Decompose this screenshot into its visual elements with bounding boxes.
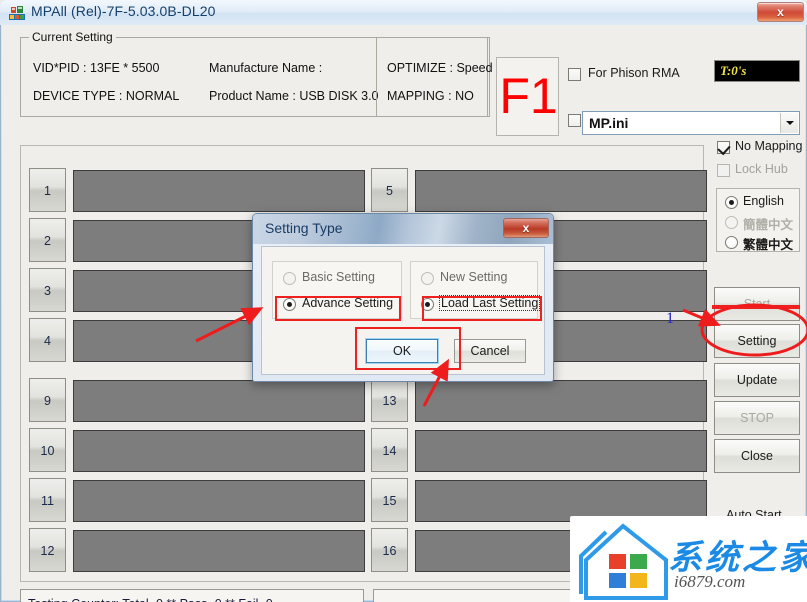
language-radio-english[interactable] bbox=[725, 196, 738, 209]
watermark-url: i6879.com bbox=[674, 572, 746, 591]
port-status-bar-5 bbox=[415, 170, 707, 212]
radio-advance-setting[interactable] bbox=[283, 298, 296, 311]
application-window: MPAll (Rel)-7F-5.03.0B-DL20 x Current Se… bbox=[0, 0, 807, 602]
port-button-10[interactable]: 10 bbox=[29, 428, 66, 472]
mapping-value: MAPPING : NO bbox=[387, 89, 474, 103]
no-mapping-checkbox[interactable] bbox=[717, 141, 730, 154]
watermark: 系统之家 i6879.com bbox=[570, 516, 807, 602]
ini-file-combobox[interactable]: MP.ini bbox=[582, 111, 800, 135]
language-label-simplified-chinese: 簡體中文 bbox=[743, 218, 794, 232]
language-group: English 簡體中文 繁體中文 bbox=[716, 188, 800, 252]
dialog-panel-left: Basic Setting Advance Setting bbox=[272, 261, 402, 319]
watermark-house-icon bbox=[579, 523, 668, 600]
manufacture-name-value: Manufacture Name : bbox=[209, 61, 323, 75]
for-phison-rma-checkbox[interactable] bbox=[568, 68, 581, 81]
title-bar: MPAll (Rel)-7F-5.03.0B-DL20 x bbox=[0, 0, 807, 25]
window-title: MPAll (Rel)-7F-5.03.0B-DL20 bbox=[31, 3, 216, 19]
product-name-value: Product Name : USB DISK 3.0 bbox=[209, 89, 379, 103]
label-new-setting: New Setting bbox=[440, 270, 508, 284]
lock-hub-label: Lock Hub bbox=[735, 162, 788, 176]
label-basic-setting: Basic Setting bbox=[302, 270, 375, 284]
dialog-close-icon[interactable]: x bbox=[503, 218, 549, 238]
test-counter-badge: T:0's bbox=[714, 60, 800, 82]
port-button-9[interactable]: 9 bbox=[29, 378, 66, 422]
ini-file-value: MP.ini bbox=[589, 115, 629, 131]
port-button-3[interactable]: 3 bbox=[29, 268, 66, 312]
lock-hub-checkbox bbox=[717, 164, 730, 177]
radio-basic-setting[interactable] bbox=[283, 272, 296, 285]
language-label-traditional-chinese: 繁體中文 bbox=[743, 238, 794, 252]
dialog-title: Setting Type bbox=[265, 220, 343, 236]
language-radio-traditional-chinese[interactable] bbox=[725, 236, 738, 249]
testing-counter-status: Testing Counter: Total=0 ** Pass=0 ** Fa… bbox=[20, 589, 364, 602]
optimize-value: OPTIMIZE : Speed bbox=[387, 61, 493, 75]
stop-button: STOP bbox=[714, 401, 800, 435]
language-label-english: English bbox=[743, 194, 784, 208]
current-setting-label: Current Setting bbox=[29, 30, 116, 44]
device-type-value: DEVICE TYPE : NORMAL bbox=[33, 89, 180, 103]
f1-indicator-label: F1 bbox=[499, 68, 558, 124]
optimize-group: OPTIMIZE : Speed MAPPING : NO bbox=[376, 37, 493, 117]
port-status-bar-10 bbox=[73, 430, 365, 472]
ini-file-checkbox[interactable] bbox=[568, 114, 581, 127]
dialog-panel-right: New Setting Load Last Setting bbox=[410, 261, 541, 319]
language-radio-simplified-chinese bbox=[725, 216, 738, 229]
close-button[interactable]: Close bbox=[714, 439, 800, 473]
no-mapping-label: No Mapping bbox=[735, 139, 803, 153]
app-icon bbox=[9, 5, 25, 21]
port-button-1[interactable]: 1 bbox=[29, 168, 66, 212]
port-button-2[interactable]: 2 bbox=[29, 218, 66, 262]
port-status-bar-9 bbox=[73, 380, 365, 422]
close-icon[interactable]: x bbox=[757, 2, 804, 22]
vid-pid-value: VID*PID : 13FE * 5500 bbox=[33, 61, 160, 75]
port-button-11[interactable]: 11 bbox=[29, 478, 66, 522]
update-button[interactable]: Update bbox=[714, 363, 800, 397]
dialog-title-bar: Setting Type x bbox=[253, 214, 553, 244]
port-button-16[interactable]: 16 bbox=[371, 528, 408, 572]
label-load-last-setting: Load Last Setting bbox=[439, 295, 541, 311]
port-status-bar-12 bbox=[73, 530, 365, 572]
port-status-bar-1 bbox=[73, 170, 365, 212]
start-button: Start bbox=[714, 287, 800, 321]
port-button-12[interactable]: 12 bbox=[29, 528, 66, 572]
radio-new-setting[interactable] bbox=[421, 272, 434, 285]
port-status-bar-13 bbox=[415, 380, 707, 422]
setting-button[interactable]: Setting bbox=[714, 324, 800, 358]
radio-load-last-setting[interactable] bbox=[421, 298, 434, 311]
port-button-5[interactable]: 5 bbox=[371, 168, 408, 212]
port-button-14[interactable]: 14 bbox=[371, 428, 408, 472]
port-status-bar-14 bbox=[415, 430, 707, 472]
dialog-body: Basic Setting Advance Setting New Settin… bbox=[261, 246, 545, 375]
label-advance-setting: Advance Setting bbox=[302, 296, 394, 310]
port-button-4[interactable]: 4 bbox=[29, 318, 66, 362]
for-phison-rma-label: For Phison RMA bbox=[588, 66, 680, 80]
f1-indicator-box: F1 bbox=[496, 57, 559, 136]
annotation-step-number: 1 bbox=[666, 310, 674, 327]
port-status-bar-11 bbox=[73, 480, 365, 522]
port-button-15[interactable]: 15 bbox=[371, 478, 408, 522]
setting-type-dialog: Setting Type x Basic Setting Advance Set… bbox=[252, 213, 554, 382]
port-button-13[interactable]: 13 bbox=[371, 378, 408, 422]
dialog-ok-button[interactable]: OK bbox=[365, 338, 439, 364]
dialog-cancel-button[interactable]: Cancel bbox=[454, 339, 526, 363]
chevron-down-icon[interactable] bbox=[780, 113, 798, 133]
